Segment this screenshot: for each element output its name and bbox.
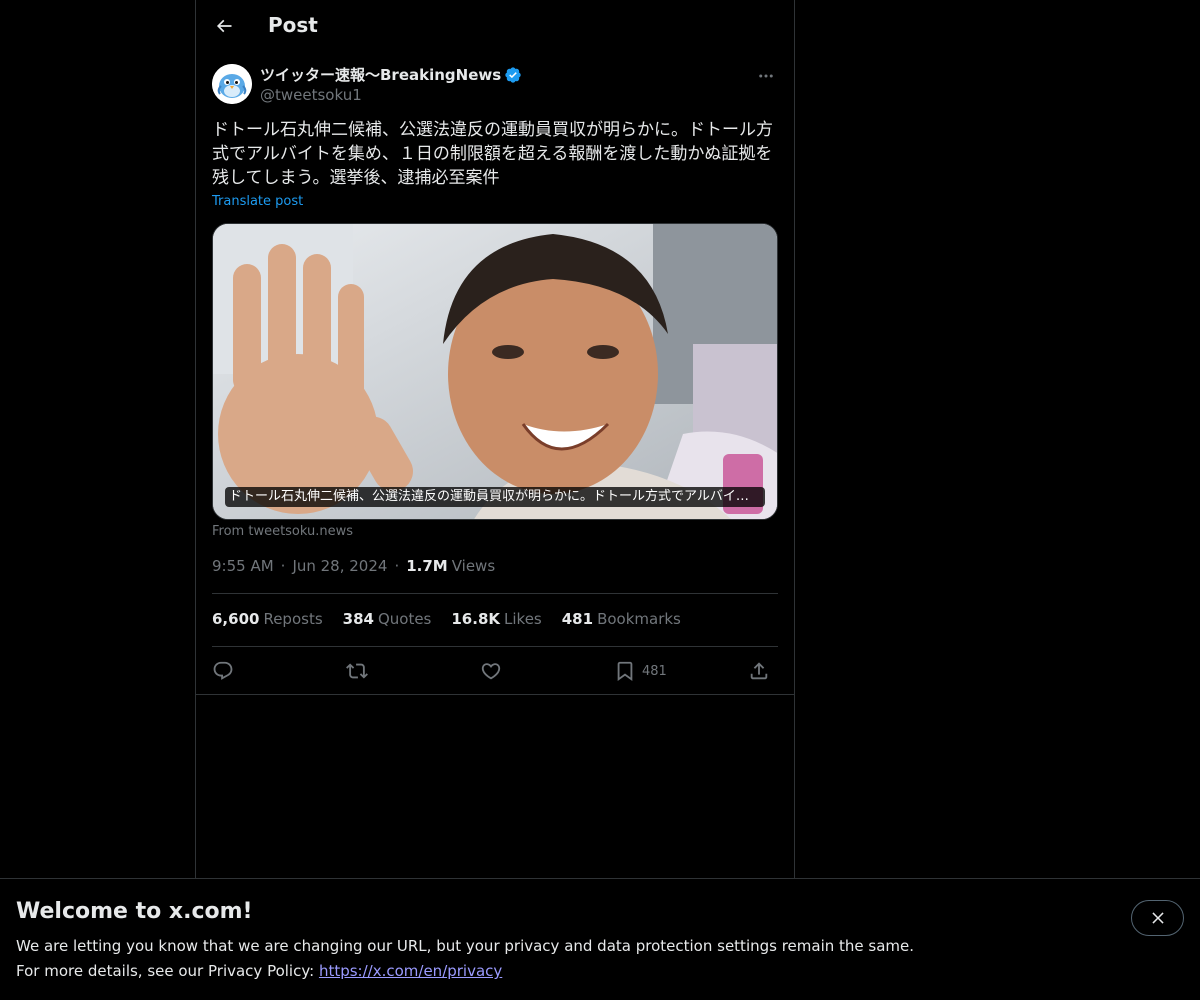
share-icon [750, 662, 768, 680]
share-button[interactable] [748, 657, 770, 685]
reposts-stat[interactable]: 6,600 Reposts [212, 610, 323, 628]
repost-button[interactable] [346, 657, 368, 685]
meta-separator: · [394, 557, 400, 575]
like-button[interactable] [480, 657, 502, 685]
bookmark-count: 481 [642, 663, 667, 679]
tweet-date[interactable]: Jun 28, 2024 [292, 557, 387, 575]
heart-icon [481, 663, 501, 680]
media-source[interactable]: From tweetsoku.news [212, 524, 353, 539]
bookmark-icon [617, 661, 633, 682]
translate-post-link[interactable]: Translate post [212, 194, 303, 209]
bookmarks-stat[interactable]: 481 Bookmarks [562, 610, 681, 628]
bookmark-button[interactable]: 481 [614, 657, 667, 685]
banner-title: Welcome to x.com! [16, 899, 253, 924]
page-title: Post [268, 13, 318, 37]
reply-button[interactable] [212, 657, 234, 685]
views-label: Views [451, 557, 496, 575]
author-handle[interactable]: @tweetsoku1 [260, 86, 362, 104]
author-name[interactable]: ツイッター速報〜BreakingNews [260, 64, 501, 85]
avatar[interactable] [212, 64, 252, 104]
views-count: 1.7M [406, 557, 448, 575]
tweet-meta: 9:55 AM · Jun 28, 2024 · 1.7M Views [212, 557, 495, 575]
link-card-media[interactable]: ドトール石丸伸二候補、公選法違反の運動員買収が明らかに。ドトール方式でアルバイト… [212, 223, 778, 520]
likes-stat[interactable]: 16.8K Likes [451, 610, 541, 628]
reply-icon [213, 661, 233, 680]
privacy-policy-link[interactable]: https://x.com/en/privacy [319, 962, 502, 980]
tweet-text: ドトール石丸伸二候補、公選法違反の運動員買収が明らかに。ドトール方式でアルバイト… [212, 120, 773, 188]
verified-badge-icon[interactable] [504, 66, 522, 84]
news-photo-image [213, 224, 777, 519]
primary-column: Post ツイッター速報〜BreakingNews @tweetsoku1 ドト… [195, 0, 795, 1000]
engagement-stats: 6,600 Reposts 384 Quotes 16.8K Likes 481 Boo… [212, 610, 701, 628]
banner-policy-line: For more details, see our Privacy Policy… [16, 962, 503, 980]
more-options-button[interactable] [754, 66, 778, 86]
divider [196, 694, 794, 695]
welcome-banner: Welcome to x.com! We are letting you kno… [0, 878, 1200, 1000]
banner-close-button[interactable] [1131, 900, 1184, 936]
avatar-bird-image [212, 64, 252, 104]
top-bar: Post [196, 0, 794, 54]
close-icon [1151, 912, 1164, 924]
meta-separator: · [280, 557, 286, 575]
back-arrow-icon [216, 19, 232, 33]
tweet-author: ツイッター速報〜BreakingNews @tweetsoku1 [212, 64, 778, 108]
more-dots-icon [759, 74, 773, 78]
divider [212, 646, 778, 647]
repost-icon [346, 663, 368, 679]
quotes-stat[interactable]: 384 Quotes [343, 610, 432, 628]
banner-message: We are letting you know that we are chan… [16, 937, 915, 955]
tweet-time[interactable]: 9:55 AM [212, 557, 274, 575]
action-bar: 481 [212, 657, 778, 685]
media-caption: ドトール石丸伸二候補、公選法違反の運動員買収が明らかに。ドトール方式でアルバイト… [225, 487, 765, 507]
divider [212, 593, 778, 594]
back-button[interactable] [206, 8, 242, 44]
